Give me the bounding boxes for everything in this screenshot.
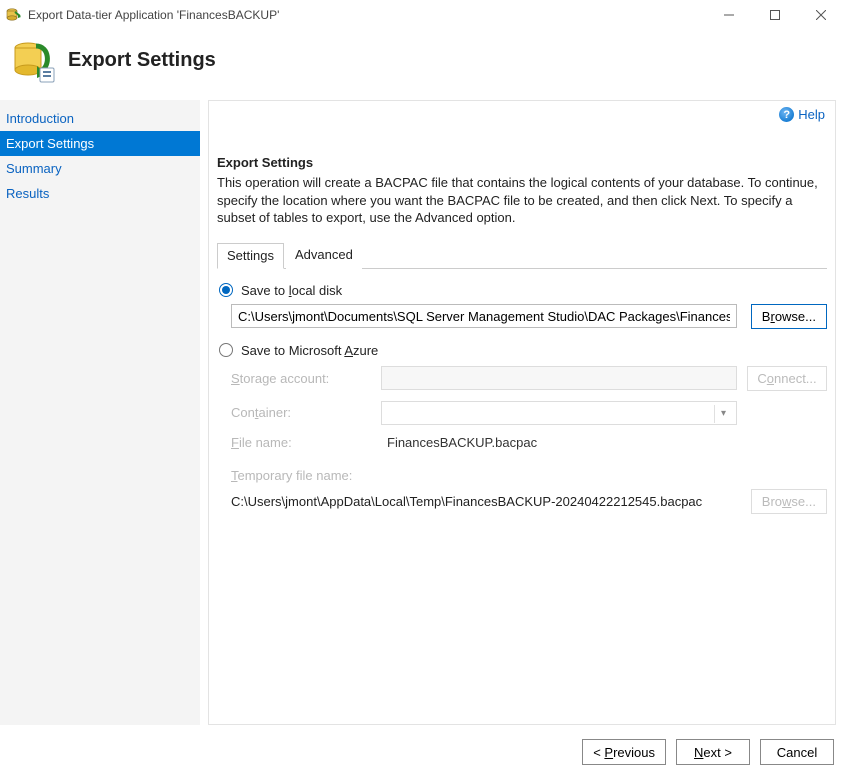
tabs: Settings Advanced: [217, 243, 827, 269]
radio-save-local[interactable]: Save to local disk: [219, 283, 827, 298]
titlebar: Export Data-tier Application 'FinancesBA…: [0, 0, 844, 30]
sidebar-item-introduction[interactable]: Introduction: [0, 106, 200, 131]
section-title: Export Settings: [217, 155, 827, 170]
connect-button: Connect...: [747, 366, 827, 391]
sidebar-item-export-settings[interactable]: Export Settings: [0, 131, 200, 156]
filename-label: File name:: [231, 435, 371, 450]
filename-value: FinancesBACKUP.bacpac: [381, 435, 737, 450]
maximize-button[interactable]: [752, 0, 798, 30]
radio-save-azure-label: Save to Microsoft Azure: [241, 343, 378, 358]
local-path-input[interactable]: [231, 304, 737, 328]
sidebar-item-summary[interactable]: Summary: [0, 156, 200, 181]
close-button[interactable]: [798, 0, 844, 30]
sidebar-item-results[interactable]: Results: [0, 181, 200, 206]
window-title: Export Data-tier Application 'FinancesBA…: [28, 8, 279, 22]
help-icon: ?: [779, 107, 794, 122]
browse-temp-button: Browse...: [751, 489, 827, 514]
app-icon: [6, 7, 22, 23]
main-panel: ? Help Export Settings This operation wi…: [208, 100, 836, 725]
temp-filename-label: Temporary file name:: [231, 468, 827, 483]
previous-button[interactable]: < Previous: [582, 739, 666, 765]
storage-account-label: Storage account:: [231, 371, 371, 386]
header: Export Settings: [0, 30, 844, 100]
wizard-sidebar: Introduction Export Settings Summary Res…: [0, 100, 200, 725]
page-title: Export Settings: [68, 49, 216, 72]
chevron-down-icon: ▾: [714, 405, 732, 423]
minimize-button[interactable]: [706, 0, 752, 30]
radio-save-local-label: Save to local disk: [241, 283, 342, 298]
cancel-button[interactable]: Cancel: [760, 739, 834, 765]
temp-filename-value: C:\Users\jmont\AppData\Local\Temp\Financ…: [231, 494, 737, 509]
browse-local-button[interactable]: Browse...: [751, 304, 827, 329]
tab-settings[interactable]: Settings: [217, 243, 284, 269]
next-button[interactable]: Next >: [676, 739, 750, 765]
storage-account-input: [381, 366, 737, 390]
radio-save-azure[interactable]: Save to Microsoft Azure: [219, 343, 827, 358]
radio-icon: [219, 283, 233, 297]
wizard-footer: < Previous Next > Cancel: [0, 725, 844, 765]
container-label: Container:: [231, 405, 371, 420]
container-select: ▾: [381, 401, 737, 425]
section-description: This operation will create a BACPAC file…: [217, 174, 827, 227]
help-label: Help: [798, 107, 825, 122]
tab-advanced[interactable]: Advanced: [286, 243, 362, 269]
radio-icon: [219, 343, 233, 357]
database-export-icon: [10, 38, 54, 82]
help-link[interactable]: ? Help: [779, 107, 825, 122]
